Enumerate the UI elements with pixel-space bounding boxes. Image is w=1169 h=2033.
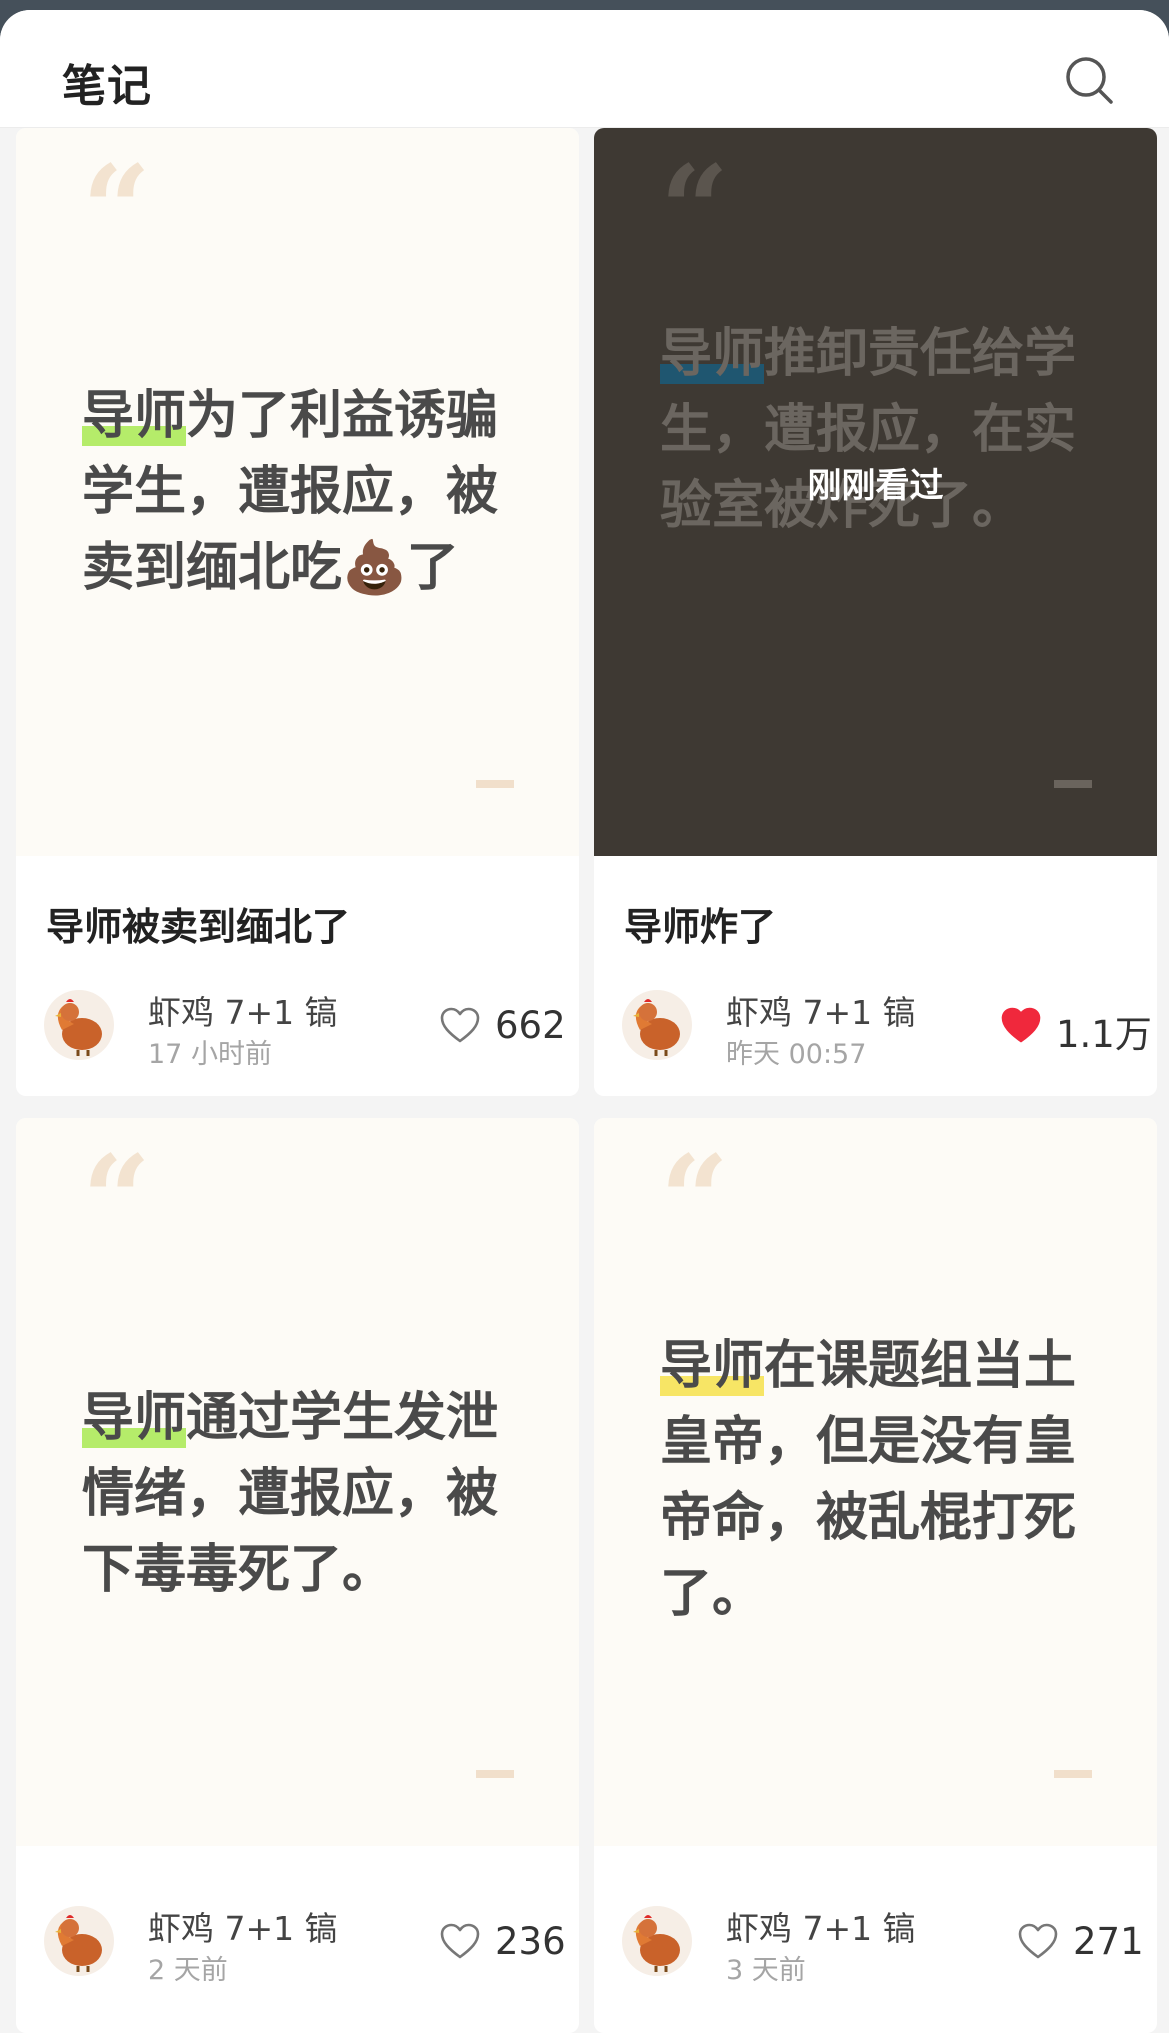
quote-mark-icon: “ [660,1129,730,1270]
cover-text: 导师在课题组当土皇帝，但是没有皇帝命，被乱棍打死了。 [660,1328,1110,1632]
rooster-avatar-icon [633,999,680,1056]
avatar[interactable] [44,1906,114,1976]
avatar[interactable] [622,990,692,1060]
author-row: 虾鸡 7+1 镐 昨天 00:57 1.1万 [622,986,1152,1070]
author-row: 虾鸡 7+1 镐 3 天前 271 [622,1902,1144,1986]
cover-highlight: 导师 [660,1336,765,1396]
author-name[interactable]: 虾鸡 7+1 镐 [148,986,338,1034]
cover-text: 导师通过学生发泄情绪，遭报应，被下毒毒死了。 [82,1380,532,1608]
heart-outline-icon [1018,1923,1058,1959]
like-button[interactable]: 271 [1017,1920,1144,1964]
rooster-avatar-icon [55,999,102,1056]
author-name[interactable]: 虾鸡 7+1 镐 [726,986,916,1034]
note-title[interactable]: 导师被卖到缅北了 [46,896,350,951]
note-cover[interactable]: “ 导师为了利益诱骗学生，遭报应，被卖到缅北吃💩了 [16,128,579,856]
post-time: 17 小时前 [148,1039,272,1070]
author-name[interactable]: 虾鸡 7+1 镐 [726,1902,916,1950]
like-button[interactable]: 662 [439,1004,566,1048]
like-button[interactable]: 236 [439,1920,566,1964]
cover-text: 导师为了利益诱骗学生，遭报应，被卖到缅北吃💩了 [82,378,532,606]
cover-highlight: 导师 [660,324,765,384]
note-card[interactable]: “ 导师在课题组当土皇帝，但是没有皇帝命，被乱棍打死了。 虾鸡 7+1 镐 3 [594,1118,1157,2033]
note-cover[interactable]: “ 导师在课题组当土皇帝，但是没有皇帝命，被乱棍打死了。 [594,1118,1157,1846]
quote-mark-icon: “ [660,139,730,280]
author-row: 虾鸡 7+1 镐 17 小时前 662 [44,986,566,1070]
note-card[interactable]: “ 导师为了利益诱骗学生，遭报应，被卖到缅北吃💩了 导师被卖到缅北了 虾鸡 7+… [16,128,579,1096]
rooster-avatar-icon [55,1915,102,1972]
note-card[interactable]: “ 导师通过学生发泄情绪，遭报应，被下毒毒死了。 虾鸡 7+1 镐 2 天前 2… [16,1118,579,2033]
search-button[interactable] [1062,53,1116,107]
author-name[interactable]: 虾鸡 7+1 镐 [148,1902,338,1950]
recently-viewed-label: 刚刚看过 [807,466,944,506]
author-row: 虾鸡 7+1 镐 2 天前 236 [44,1902,566,1986]
avatar[interactable] [44,990,114,1060]
like-count: 271 [1073,1920,1144,1963]
cover-dash [1054,1770,1092,1778]
like-count: 662 [495,1004,566,1047]
cover-text: 导师推卸责任给学生，遭报应，在实验室被炸死了。 [660,316,1110,544]
like-button[interactable]: 1.1万 [1000,1004,1152,1056]
cover-dash [1054,780,1092,788]
header: 笔记 [0,10,1169,128]
post-time: 2 天前 [148,1955,228,1986]
rooster-avatar-icon [633,1915,680,1972]
like-count: 236 [495,1920,566,1963]
search-icon [1066,57,1113,104]
like-count: 1.1万 [1056,1013,1152,1056]
post-time: 昨天 00:57 [726,1039,867,1070]
cover-dash [476,1770,514,1778]
quote-mark-icon: “ [82,139,152,280]
note-cover[interactable]: “ 导师通过学生发泄情绪，遭报应，被下毒毒死了。 [16,1118,579,1846]
heart-outline-icon [440,1923,480,1959]
note-card[interactable]: “ 导师推卸责任给学生，遭报应，在实验室被炸死了。 刚刚看过 导师炸了 虾鸡 7… [594,128,1157,1096]
avatar[interactable] [622,1906,692,1976]
page-title: 笔记 [62,61,152,112]
heart-outline-icon [440,1007,480,1043]
post-time: 3 天前 [726,1955,806,1986]
notes-sheet: 笔记 “ 导师为了利益诱骗学生，遭报应，被卖到缅北吃💩了 导师被卖到缅北了 虾鸡… [0,10,1169,2033]
cover-highlight: 导师 [82,386,187,446]
heart-filled-icon [1001,1007,1041,1043]
cover-dash [476,780,514,788]
note-cover[interactable]: “ 导师推卸责任给学生，遭报应，在实验室被炸死了。 刚刚看过 [594,128,1157,856]
cover-highlight: 导师 [82,1388,187,1448]
quote-mark-icon: “ [82,1129,152,1270]
note-title[interactable]: 导师炸了 [624,896,776,951]
